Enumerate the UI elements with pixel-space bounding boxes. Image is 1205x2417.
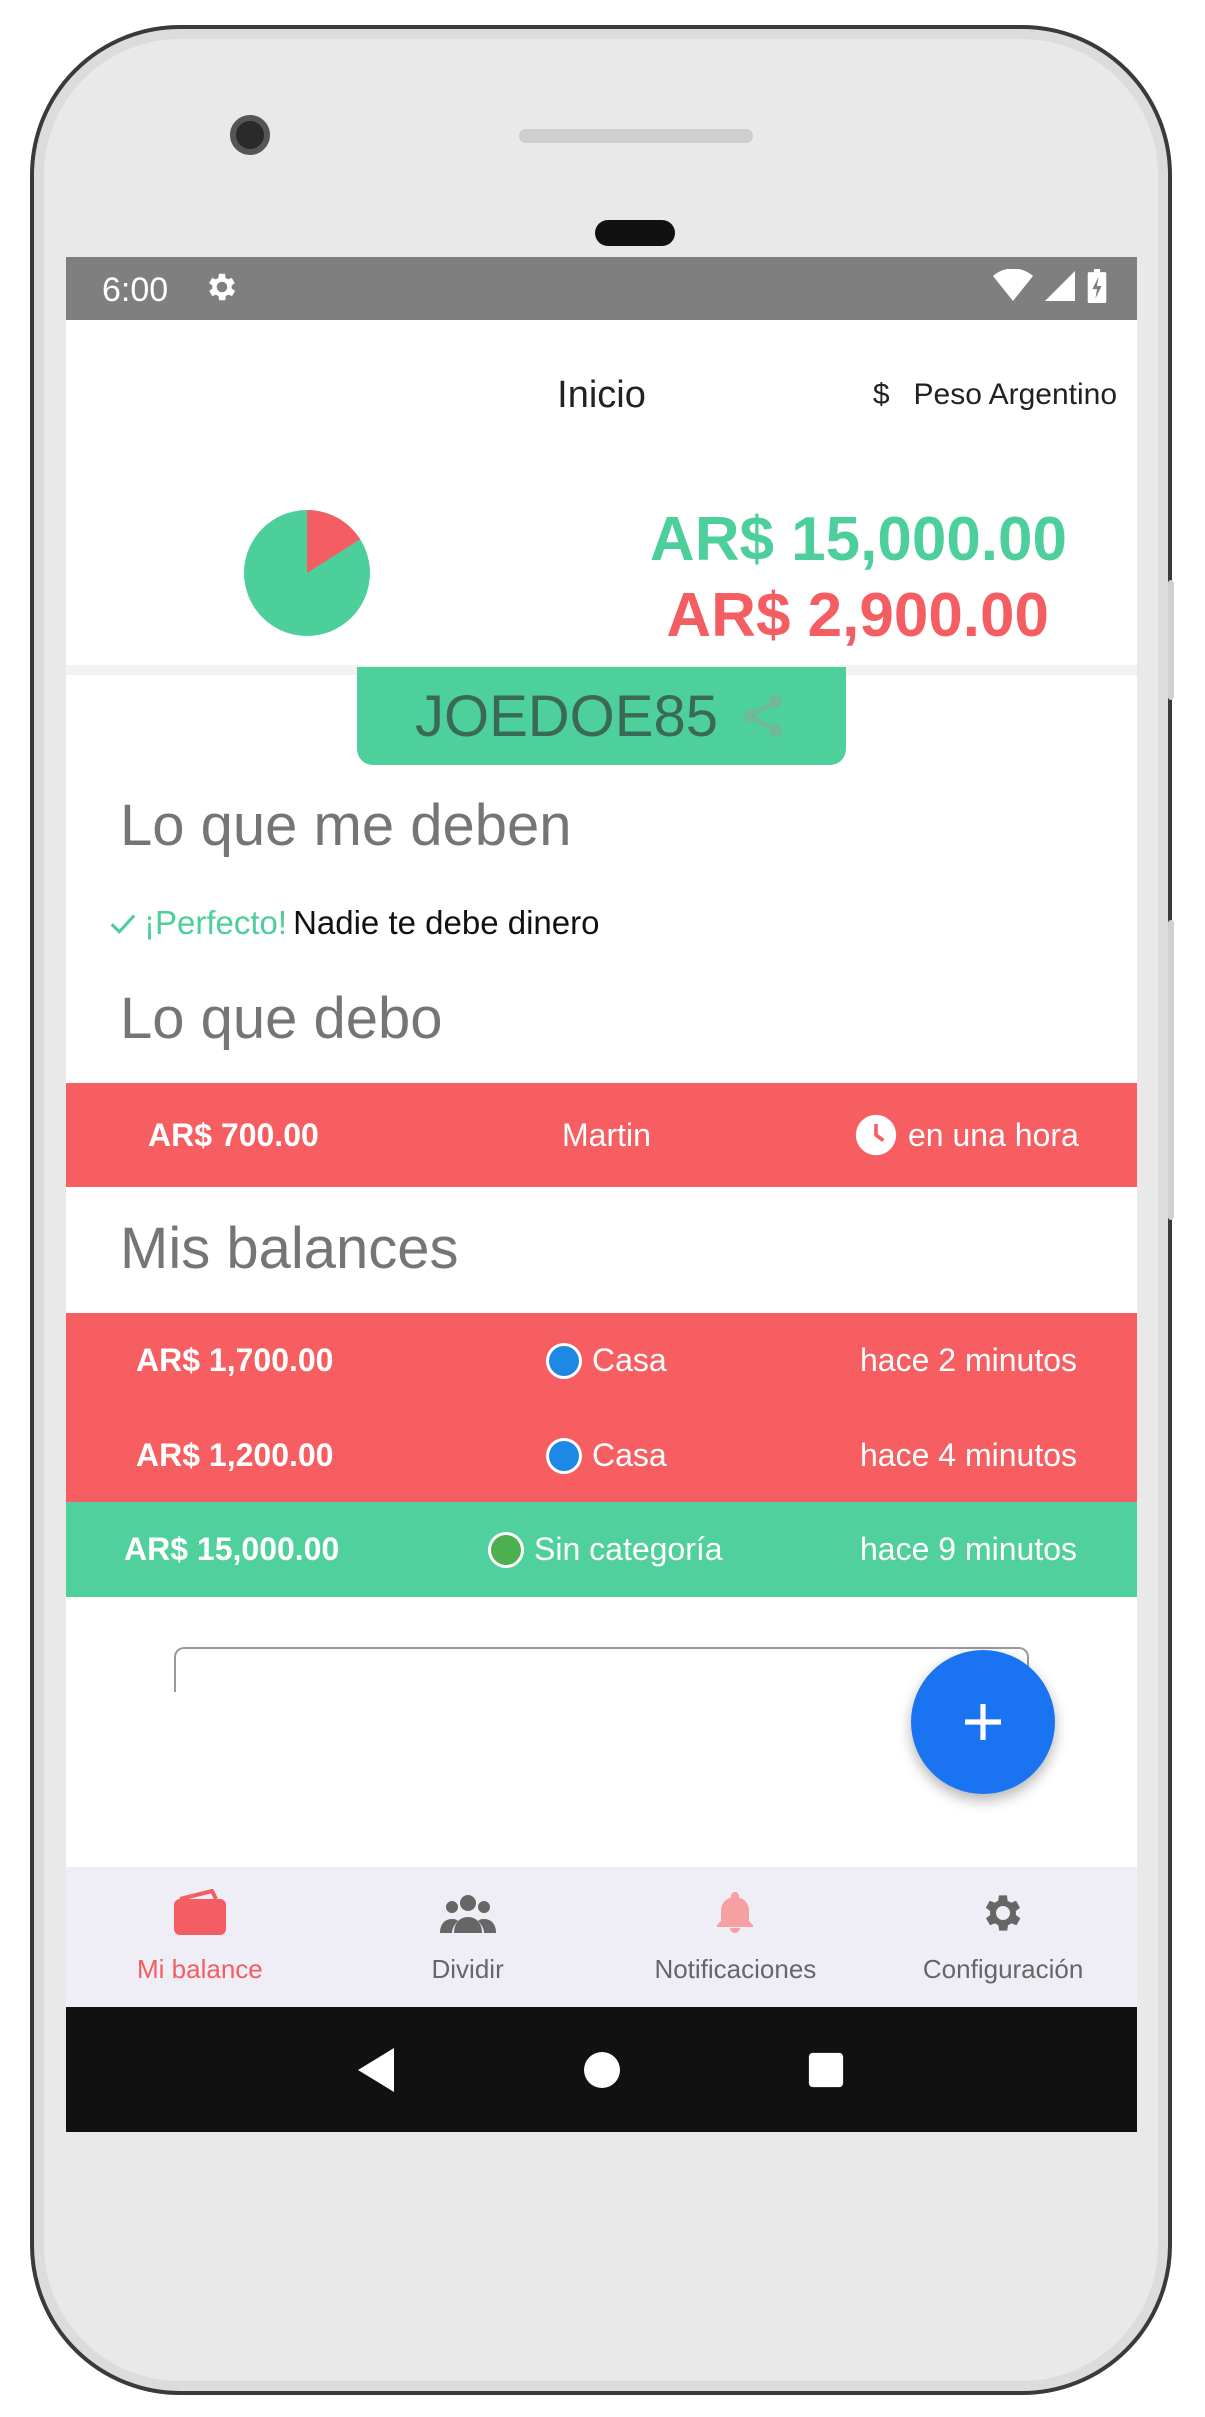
check-icon (110, 914, 136, 935)
balance-category-label: Sin categoría (534, 1531, 723, 1567)
debt-amount: AR$ 700.00 (148, 1116, 319, 1153)
gear-icon (975, 1889, 1031, 1944)
category-dot-icon (546, 1437, 582, 1474)
nav-item-wallet[interactable]: Mi balance (66, 1867, 334, 2007)
balance-row[interactable]: AR$ 1,700.00 Casa hace 2 minutos (66, 1313, 1137, 1408)
i-owe-total: AR$ 2,900.00 (666, 581, 1049, 650)
app-bar: Inicio $ Peso Argentino (66, 320, 1137, 440)
status-bar: 6:00 (66, 257, 1137, 320)
balance-category: Casa (546, 1342, 667, 1379)
battery-icon (1087, 269, 1107, 303)
sensor-notch (595, 220, 675, 246)
clock-icon (855, 1114, 897, 1156)
category-dot-icon (546, 1342, 582, 1379)
bell-icon (707, 1889, 763, 1944)
partial-outlined-button[interactable] (174, 1647, 1029, 1692)
balance-row[interactable]: AR$ 15,000.00 Sin categoría hace 9 minutos (66, 1502, 1137, 1597)
balance-amount: AR$ 1,700.00 (136, 1342, 334, 1378)
cell-signal-icon (1045, 271, 1075, 301)
nav-item-bell[interactable]: Notificaciones (602, 1867, 870, 2007)
status-time: 6:00 (102, 271, 169, 309)
user-code: JOEDOE85 (415, 683, 718, 749)
home-icon[interactable] (582, 2050, 622, 2090)
wallet-icon (172, 1888, 228, 1944)
balance-time: hace 2 minutos (860, 1342, 1078, 1378)
earpiece-speaker (519, 129, 753, 143)
status-indicators (993, 269, 1107, 303)
nav-item-group[interactable]: Dividir (334, 1867, 602, 2007)
currency-selector[interactable]: $ Peso Argentino (873, 378, 1117, 412)
share-icon (744, 695, 782, 737)
nav-item-label: Dividir (431, 1954, 504, 1984)
balance-time: hace 9 minutos (860, 1531, 1078, 1567)
currency-label: Peso Argentino (913, 378, 1117, 411)
share-code-button[interactable]: JOEDOE85 (357, 667, 846, 765)
bottom-navigation: Mi balance Dividir Notificaciones Configura… (66, 1867, 1137, 2007)
nav-item-label: Mi balance (137, 1954, 263, 1984)
nav-item-gear[interactable]: Configuración (869, 1867, 1137, 2007)
owed-section-title: Lo que me deben (120, 793, 572, 858)
balance-row[interactable]: AR$ 1,200.00 Casa hace 4 minutos (66, 1408, 1137, 1503)
debt-person: Martin (562, 1116, 651, 1153)
owed-empty-text: Nadie te debe dinero (293, 904, 600, 941)
owed-empty-message: ¡Perfecto! Nadie te debe dinero (108, 904, 599, 942)
owed-empty-prefix: ¡Perfecto! (144, 904, 288, 941)
app-screen: 6:00 Inicio $ Peso Argentino AR$ 15,000.… (66, 257, 1137, 2132)
nav-item-label: Notificaciones (654, 1954, 817, 1984)
balance-category: Casa (546, 1437, 667, 1474)
back-icon[interactable] (358, 2047, 398, 2092)
balance-time: hace 4 minutos (860, 1437, 1078, 1473)
dollar-icon: $ (872, 378, 890, 411)
balance-amount: AR$ 1,200.00 (136, 1437, 334, 1473)
balance-category-label: Casa (592, 1342, 667, 1378)
balance-amount: AR$ 15,000.00 (124, 1531, 340, 1567)
wifi-icon (993, 269, 1033, 301)
nav-item-label: Configuración (922, 1954, 1084, 1984)
balance-summary: AR$ 15,000.00 AR$ 2,900.00 (66, 440, 1137, 675)
balance-category: Sin categoría (488, 1531, 723, 1568)
debt-time: en una hora (908, 1116, 1079, 1153)
category-dot-icon (488, 1531, 524, 1568)
recents-icon[interactable] (807, 2051, 845, 2089)
group-icon (439, 1889, 496, 1944)
debt-time-wrap: en una hora (854, 1113, 1079, 1157)
balance-pie-chart (244, 510, 370, 636)
volume-button (1168, 920, 1174, 1220)
add-fab-button[interactable] (911, 1650, 1055, 1794)
balances-section-title: Mis balances (120, 1216, 459, 1281)
front-camera (230, 115, 270, 155)
plus-icon (965, 1704, 1001, 1740)
debts-section-title: Lo que debo (120, 986, 443, 1051)
owed-to-me-total: AR$ 15,000.00 (649, 505, 1067, 574)
settings-status-icon (209, 273, 236, 301)
balance-category-label: Casa (592, 1437, 667, 1473)
debt-row[interactable]: AR$ 700.00 Martin en una hora (66, 1083, 1137, 1187)
power-button (1168, 580, 1174, 700)
system-navigation-bar (66, 2007, 1137, 2132)
